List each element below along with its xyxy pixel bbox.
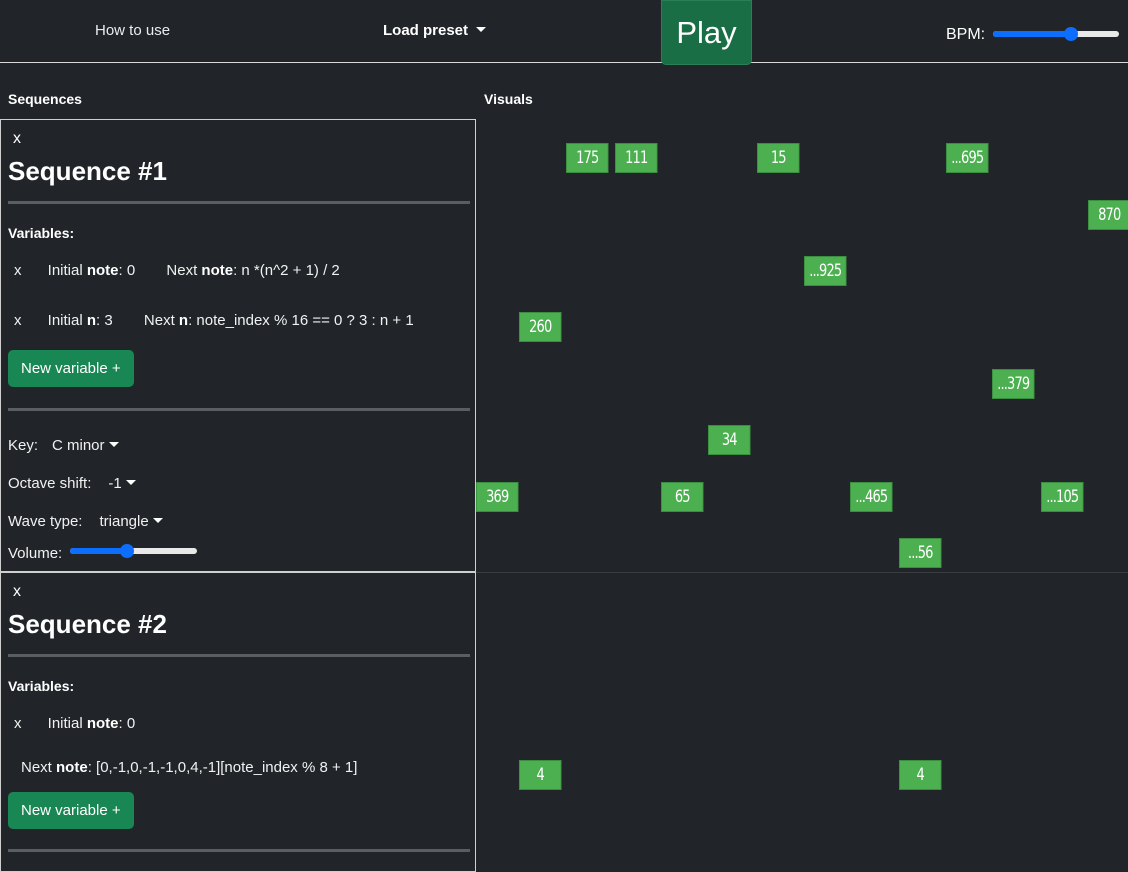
note-block: 260 [519,312,562,342]
volume-label: Volume: [8,545,63,562]
close-sequence-button[interactable]: x [13,583,21,601]
variable-row: x Initial note: 0 [14,715,135,732]
note-block: ...56 [899,538,942,568]
bpm-slider[interactable] [993,27,1119,41]
variable-name: n [86,312,97,329]
initial-value[interactable]: : 3 [96,312,113,329]
divider [8,201,470,204]
wave-label: Wave type: [8,513,83,530]
octave-control: Octave shift: -1 [8,475,136,492]
key-label: Key: [8,437,39,454]
volume-slider[interactable] [70,544,197,558]
variables-label: Variables: [8,225,75,241]
volume-slider-thumb[interactable] [120,544,135,558]
variable-row: x Initial note: 0 Next note: n *(n^2 + 1… [14,262,340,279]
variable-name: n [178,312,189,329]
note-block: 369 [476,482,519,512]
note-block: 175 [566,143,609,173]
remove-variable-button[interactable]: x [14,715,22,732]
octave-dropdown[interactable]: -1 [108,475,136,492]
chevron-down-icon [125,479,136,485]
new-variable-button[interactable]: New variable + [8,350,134,387]
next-label: Next [166,262,202,279]
note-block: 4 [899,760,942,790]
bpm-slider-thumb[interactable] [1064,27,1079,41]
wave-value: triangle [99,513,149,530]
note-block: 15 [757,143,800,173]
volume-control: Volume: [8,545,62,562]
close-sequence-button[interactable]: x [13,130,21,148]
note-block: ...465 [850,482,893,512]
play-button[interactable]: Play [661,0,752,65]
remove-variable-button[interactable]: x [14,312,22,329]
note-block: 65 [661,482,704,512]
load-preset-label: Load preset [383,22,469,39]
chevron-down-icon [152,517,163,523]
note-block: ...379 [992,369,1035,399]
initial-label: Initial [47,312,87,329]
next-variable-row: Next note: [0,-1,0,-1,-1,0,4,-1][note_in… [21,759,357,776]
bpm-label: BPM: [946,26,986,43]
key-control: Key: C minor [8,437,119,454]
note-block: ...695 [946,143,989,173]
next-expression[interactable]: : note_index % 16 == 0 ? 3 : n + 1 [188,312,414,329]
chevron-down-icon [108,441,119,447]
sequences-heading: Sequences [8,91,82,107]
visuals-divider [476,572,1128,573]
next-label: Next [143,312,179,329]
initial-label: Initial [47,262,87,279]
variable-name: note [201,262,234,279]
note-block: ...925 [804,256,847,286]
note-block: 34 [708,425,751,455]
next-label: Next [21,759,57,776]
wave-control: Wave type: triangle [8,513,163,530]
sequence-title: Sequence #2 [8,609,167,639]
octave-value: -1 [108,475,122,492]
variables-label: Variables: [8,678,75,694]
note-block: ...105 [1041,482,1084,512]
wave-dropdown[interactable]: triangle [99,513,163,530]
initial-value[interactable]: : 0 [119,715,136,732]
bpm-slider-fill [993,31,1072,37]
variable-name: note [86,262,119,279]
variable-name: note [56,759,88,776]
octave-label: Octave shift: [8,475,92,492]
load-preset-dropdown[interactable]: Load preset [383,22,487,39]
variable-row: x Initial n: 3 Next n: note_index % 16 =… [14,312,414,329]
new-variable-button[interactable]: New variable + [8,792,134,829]
note-block: 4 [519,760,562,790]
top-navbar: How to use Load preset Play BPM: [0,0,1128,65]
volume-slider-fill [70,548,128,554]
next-expression[interactable]: : [0,-1,0,-1,-1,0,4,-1][note_index % 8 +… [88,759,358,776]
variable-name: note [86,715,119,732]
how-to-use-link[interactable]: How to use [95,22,170,39]
divider [8,654,470,657]
sequence-panel-1: x Sequence #1 Variables: x Initial note:… [0,119,476,572]
sequence-title: Sequence #1 [8,156,167,186]
initial-label: Initial [47,715,87,732]
note-block: 870 [1088,200,1128,230]
initial-value[interactable]: : 0 [119,262,136,279]
key-value: C minor [52,437,105,454]
remove-variable-button[interactable]: x [14,262,22,279]
next-expression[interactable]: : n *(n^2 + 1) / 2 [233,262,340,279]
key-dropdown[interactable]: C minor [52,437,119,454]
sequence-panel-2: x Sequence #2 Variables: x Initial note:… [0,572,476,872]
chevron-down-icon [476,26,487,32]
visuals-heading: Visuals [484,91,533,107]
note-block: 111 [615,143,658,173]
divider [8,849,470,852]
divider [8,408,470,411]
